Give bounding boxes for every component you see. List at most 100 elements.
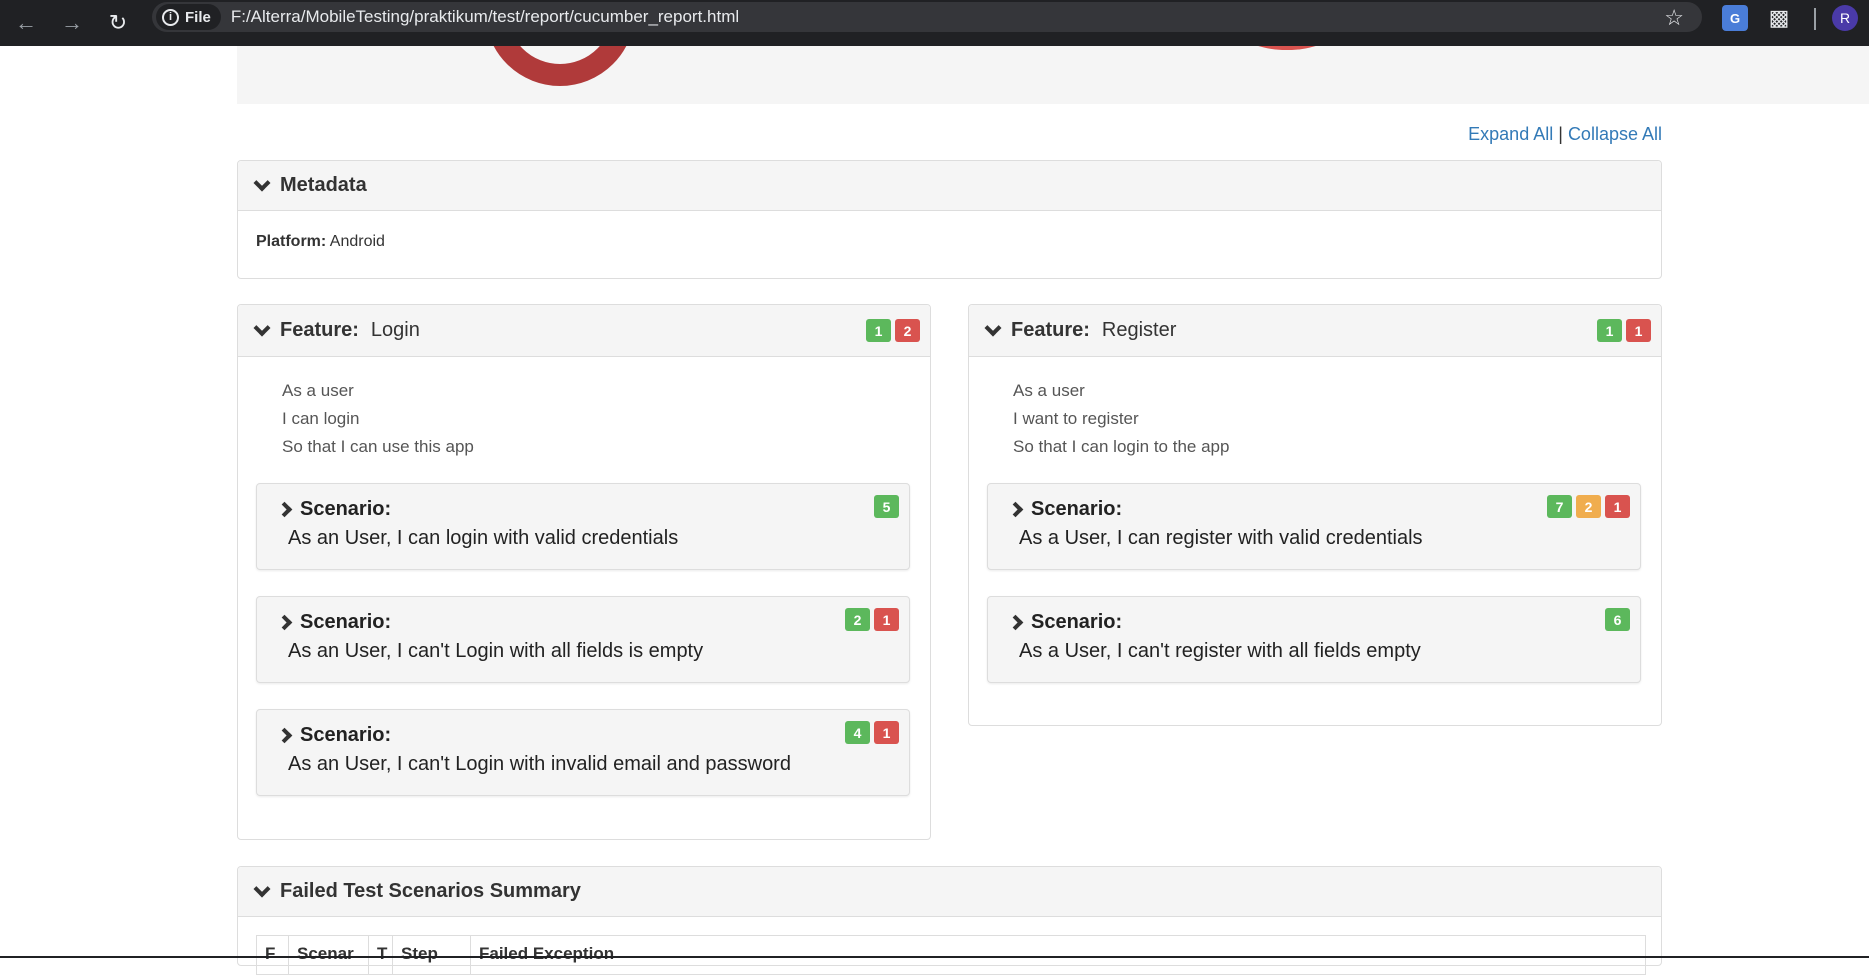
scenario-label: Scenario: [300, 724, 392, 746]
failed-count-badge: 2 [895, 319, 920, 342]
browser-toolbar: ← → ↻ i File F:/Alterra/MobileTesting/pr… [0, 0, 1869, 46]
feature-description: As a user I can login So that I can use … [238, 357, 930, 461]
site-info-chip[interactable]: i File [156, 4, 221, 30]
description-line: So that I can use this app [282, 437, 474, 456]
scenario-title: Scenario: [276, 611, 392, 634]
scenario-label: Scenario: [300, 611, 392, 633]
scenario-item[interactable]: Scenario: As a User, I can register with… [987, 483, 1641, 570]
metadata-heading[interactable]: Metadata [238, 161, 1661, 211]
scenario-name: As a User, I can register with valid cre… [1019, 527, 1423, 549]
metadata-body: Platform: Android [238, 211, 1661, 273]
scenario-item[interactable]: Scenario: As a User, I can't register wi… [987, 596, 1641, 683]
scenario-badges: 4 1 [845, 721, 899, 744]
pie-chart-slice [485, 46, 635, 86]
feature-name: Register [1101, 319, 1177, 341]
failed-count-badge: 1 [874, 608, 899, 631]
scenario-item[interactable]: Scenario: As an User, I can't Login with… [256, 596, 910, 683]
feature-panel-login: Feature: Login 1 2 As a user I can login… [237, 304, 931, 840]
chevron-right-icon [1007, 614, 1024, 631]
expand-all-link[interactable]: Expand All [1468, 124, 1553, 144]
scenario-badges: 6 [1605, 608, 1630, 631]
scenario-label: Scenario: [300, 498, 392, 520]
pie-chart-slice [1237, 46, 1337, 50]
extensions-puzzle-icon[interactable]: ▩ [1766, 5, 1792, 31]
chevron-right-icon [276, 727, 293, 744]
scenario-name: As an User, I can't Login with invalid e… [288, 753, 791, 775]
chevron-down-icon [253, 880, 271, 897]
scenario-label: Scenario: [1031, 611, 1123, 633]
collapse-all-link[interactable]: Collapse All [1568, 124, 1662, 144]
bookmark-star-icon[interactable]: ☆ [1664, 5, 1684, 31]
feature-heading-register[interactable]: Feature: Register 1 1 [969, 305, 1661, 357]
translate-extension-icon[interactable]: G [1722, 5, 1748, 31]
scenario-name: As a User, I can't register with all fie… [1019, 640, 1421, 662]
scenario-title: Scenario: [276, 724, 392, 747]
description-line: I can login [282, 409, 360, 428]
passed-count-badge: 6 [1605, 608, 1630, 631]
chevron-down-icon [984, 319, 1002, 336]
link-separator: | [1558, 124, 1563, 144]
reload-icon[interactable]: ↻ [100, 5, 136, 41]
chart-area [237, 46, 1869, 104]
failed-count-badge: 1 [874, 721, 899, 744]
address-bar[interactable]: i File F:/Alterra/MobileTesting/praktiku… [152, 2, 1702, 32]
failed-summary-table-header: F Scenar T Step Failed Exception [256, 935, 1646, 975]
failed-summary-heading[interactable]: Failed Test Scenarios Summary [238, 867, 1661, 917]
description-line: As a user [1013, 381, 1085, 400]
scenario-title: Scenario: [1007, 498, 1123, 521]
scenario-badges: 5 [874, 495, 899, 518]
forward-icon[interactable]: → [54, 5, 90, 41]
feature-badges: 1 1 [1597, 319, 1651, 342]
scenario-item[interactable]: Scenario: As an User, I can't Login with… [256, 709, 910, 796]
feature-name: Login [370, 319, 420, 341]
failed-count-badge: 1 [1626, 319, 1651, 342]
platform-label: Platform: [256, 233, 327, 250]
chevron-down-icon [253, 319, 271, 336]
scenario-label: Scenario: [1031, 498, 1123, 520]
feature-badges: 1 2 [866, 319, 920, 342]
info-icon: i [162, 8, 179, 26]
column-header: T [369, 936, 393, 974]
metadata-title: Metadata [280, 174, 367, 196]
column-header: Scenar [289, 936, 369, 974]
scenario-badges: 2 1 [845, 608, 899, 631]
feature-panel-register: Feature: Register 1 1 As a user I want t… [968, 304, 1662, 726]
passed-count-badge: 1 [866, 319, 891, 342]
chevron-right-icon [276, 614, 293, 631]
column-header: F [257, 936, 289, 974]
file-chip-label: File [185, 8, 211, 26]
passed-count-badge: 2 [845, 608, 870, 631]
platform-value: Android [329, 233, 385, 250]
scenario-badges: 7 2 1 [1547, 495, 1630, 518]
profile-avatar[interactable]: R [1832, 5, 1858, 31]
chevron-right-icon [1007, 501, 1024, 518]
feature-description: As a user I want to register So that I c… [969, 357, 1661, 461]
feature-label: Feature: [280, 319, 359, 341]
expand-collapse-links: Expand All | Collapse All [1468, 124, 1662, 145]
failed-count-badge: 1 [1605, 495, 1630, 518]
description-line: So that I can login to the app [1013, 437, 1230, 456]
passed-count-badge: 5 [874, 495, 899, 518]
url-text[interactable]: F:/Alterra/MobileTesting/praktikum/test/… [231, 7, 739, 27]
scenario-title: Scenario: [276, 498, 392, 521]
column-header: Step [393, 936, 471, 974]
skipped-count-badge: 2 [1576, 495, 1601, 518]
column-header: Failed Exception [479, 944, 615, 963]
metadata-panel: Metadata Platform: Android [237, 160, 1662, 279]
feature-label: Feature: [1011, 319, 1090, 341]
passed-count-badge: 4 [845, 721, 870, 744]
toolbar-divider [1814, 8, 1816, 30]
scenario-title: Scenario: [1007, 611, 1123, 634]
scenario-name: As an User, I can login with valid crede… [288, 527, 679, 549]
feature-heading-login[interactable]: Feature: Login 1 2 [238, 305, 930, 357]
description-line: As a user [282, 381, 354, 400]
back-icon[interactable]: ← [8, 5, 44, 41]
scenario-name: As an User, I can't Login with all field… [288, 640, 704, 662]
description-line: I want to register [1013, 409, 1139, 428]
failed-summary-title: Failed Test Scenarios Summary [280, 880, 581, 902]
chevron-down-icon [253, 174, 271, 191]
passed-count-badge: 1 [1597, 319, 1622, 342]
passed-count-badge: 7 [1547, 495, 1572, 518]
chevron-right-icon [276, 501, 293, 518]
scenario-item[interactable]: Scenario: As an User, I can login with v… [256, 483, 910, 570]
